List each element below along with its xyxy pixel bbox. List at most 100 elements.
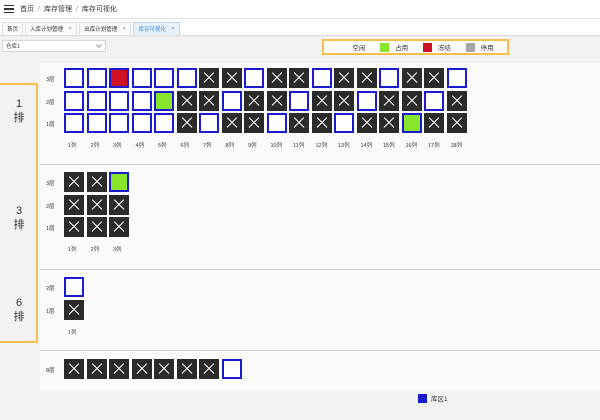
storage-cell-empty[interactable] [334,113,354,133]
tab-3[interactable]: 库存可视化 ✕ [133,22,181,35]
storage-cell-disabled[interactable] [86,359,107,379]
breadcrumb-current: 库存可视化 [81,6,117,13]
storage-cell-disabled[interactable] [401,90,422,111]
storage-cell-empty[interactable] [131,68,152,88]
storage-cell-disabled[interactable] [446,113,467,133]
storage-cell-disabled[interactable] [86,217,107,237]
storage-cell-empty[interactable] [446,68,467,88]
storage-cell-disabled[interactable] [199,90,219,111]
warehouse-select[interactable]: 仓库1 [2,40,106,52]
storage-cell-disabled[interactable] [64,359,84,379]
storage-cell-disabled[interactable] [86,194,107,215]
storage-cell-disabled[interactable] [379,113,399,133]
tab-bar: 首页 入库计划管理 ✕ 出库计划管理 ✕ 库存可视化 ✕ [0,19,600,36]
storage-cell-occupied[interactable] [109,172,129,192]
zone-legend-label: 库区1 [431,396,448,403]
storage-cell-disabled[interactable] [176,90,197,111]
storage-cell-empty[interactable] [64,277,84,297]
storage-cell-empty[interactable] [244,68,264,88]
storage-cell-disabled[interactable] [356,68,377,88]
storage-cell-disabled[interactable] [176,113,197,133]
storage-cell-empty[interactable] [176,68,197,88]
storage-cell-empty[interactable] [131,90,152,111]
tier-label: 1层 [46,122,55,128]
tab-0[interactable]: 首页 [2,22,24,35]
close-icon[interactable]: ✕ [122,26,126,32]
storage-cell-disabled[interactable] [401,68,422,88]
storage-cell-disabled[interactable] [244,90,264,111]
storage-cell-empty[interactable] [109,90,129,111]
storage-cell-occupied[interactable] [154,90,174,111]
chevron-down-icon [96,42,102,48]
storage-cell-disabled[interactable] [221,113,242,133]
storage-cell-occupied[interactable] [401,113,422,133]
tab-1[interactable]: 入库计划管理 ✕ [25,22,78,35]
tab-2[interactable]: 出库计划管理 ✕ [79,22,132,35]
storage-cell-empty[interactable] [221,359,242,379]
tab-label: 出库计划管理 [84,27,118,33]
storage-cell-disabled[interactable] [221,68,242,88]
storage-cell-disabled[interactable] [424,113,444,133]
storage-cell-disabled[interactable] [266,90,287,111]
storage-cell-empty[interactable] [266,113,287,133]
close-icon[interactable]: ✕ [68,26,72,32]
storage-cell-disabled[interactable] [64,217,84,237]
storage-cell-empty[interactable] [154,68,174,88]
storage-cell-disabled[interactable] [266,68,287,88]
storage-cell-frozen[interactable] [109,68,129,88]
storage-cell-disabled[interactable] [244,113,264,133]
storage-cell-disabled[interactable] [311,90,332,111]
storage-cell-disabled[interactable] [199,359,219,379]
storage-cell-empty[interactable] [109,113,129,133]
storage-cell-disabled[interactable] [334,68,354,88]
storage-cell-empty[interactable] [356,90,377,111]
tier-label: 1层 [46,226,55,232]
storage-cell-empty[interactable] [64,90,84,111]
storage-cell-disabled[interactable] [289,68,309,88]
storage-cell-empty[interactable] [289,90,309,111]
breadcrumb-home[interactable]: 首页 [20,4,34,14]
storage-cell-disabled[interactable] [64,299,84,320]
storage-cell-disabled[interactable] [176,359,197,379]
storage-cell-disabled[interactable] [379,90,399,111]
storage-cell-empty[interactable] [64,113,84,133]
storage-cell-disabled[interactable] [334,90,354,111]
storage-cell-disabled[interactable] [446,90,467,111]
storage-cell-disabled[interactable] [86,172,107,192]
close-icon[interactable]: ✕ [171,26,175,32]
storage-cell-empty[interactable] [199,113,219,133]
storage-cell-disabled[interactable] [311,113,332,133]
storage-cell-disabled[interactable] [109,359,129,379]
storage-cell-disabled[interactable] [154,359,174,379]
storage-cell-empty[interactable] [311,68,332,88]
storage-cell-disabled[interactable] [109,217,129,237]
zone-swatch [418,393,427,403]
storage-cell-disabled[interactable] [424,68,444,88]
tier-label: 2层 [46,203,55,210]
tier-label: 3层 [46,181,55,187]
breadcrumb-inventory[interactable]: 库存管理 [44,4,72,14]
legend-item: 停用 [465,42,494,52]
column-label: 8列 [225,143,235,149]
storage-cell-empty[interactable] [221,90,242,111]
storage-cell-disabled[interactable] [356,113,377,133]
column-label: 13列 [338,143,350,149]
storage-cell-empty[interactable] [86,68,107,88]
storage-cell-disabled[interactable] [199,68,219,88]
storage-cell-disabled[interactable] [64,172,84,192]
storage-cell-empty[interactable] [64,68,84,88]
hamburger-menu-icon[interactable] [4,5,14,13]
storage-cell-disabled[interactable] [131,359,152,379]
storage-cell-empty[interactable] [379,68,399,88]
storage-cell-empty[interactable] [424,90,444,111]
storage-cell-disabled[interactable] [109,194,129,215]
section-divider [40,269,600,270]
column-label: 14列 [360,143,373,149]
storage-cell-empty[interactable] [86,113,107,133]
storage-cell-empty[interactable] [131,113,152,133]
storage-cell-disabled[interactable] [289,113,309,133]
storage-cell-empty[interactable] [86,90,107,111]
zone-legend: 库区1 [418,393,448,403]
storage-cell-empty[interactable] [154,113,174,133]
storage-cell-disabled[interactable] [64,194,84,215]
